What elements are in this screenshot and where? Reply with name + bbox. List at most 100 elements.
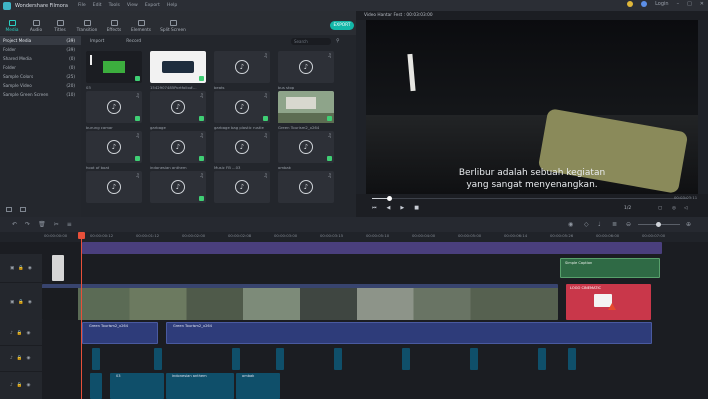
menu-export[interactable]: Export [145,3,160,8]
user-icon[interactable] [641,1,648,7]
media-item[interactable]: 1542907485Portfolio#... [150,51,206,90]
lightbulb-icon[interactable] [627,1,634,7]
step-back-icon[interactable]: ◀ [387,205,391,211]
media-item[interactable]: ♪ ♫ garbage [150,91,206,130]
voiceover-icon[interactable]: ♩ [598,221,601,228]
close-icon[interactable]: ✕ [700,1,704,7]
menu-file[interactable]: File [78,3,86,8]
audio-clip-anthem[interactable]: indonesian anthem [166,373,234,399]
login-link[interactable]: Login [655,1,669,7]
sound-effect-clip[interactable] [402,348,410,370]
logo-clip[interactable]: LOGO CINEMATIC [566,284,651,320]
tab-media[interactable]: Media [0,13,24,35]
tree-shared-media[interactable]: Shared Media (0) [0,54,81,63]
export-button[interactable]: EXPORT [330,21,354,30]
video-clip-track[interactable] [42,284,558,320]
record-dropdown[interactable]: Record [126,39,141,44]
new-folder-icon[interactable] [6,207,12,212]
zoom-in-icon[interactable]: ⊕ [686,221,691,228]
speaker-icon[interactable]: ◉ [26,356,30,361]
lock-icon[interactable]: 🔒 [18,300,24,305]
playhead[interactable] [78,232,85,399]
media-item[interactable]: ♪ ♫ ombak [278,131,334,170]
audio-clip-ombak[interactable]: ombak [236,373,280,399]
sound-effect-clip[interactable] [276,348,284,370]
mixer-icon[interactable]: ≣ [612,221,617,228]
menu-edit[interactable]: Edit [93,3,102,8]
zoom-handle[interactable] [656,222,661,227]
stop-icon[interactable]: ■ [414,205,419,211]
tab-titles[interactable]: Titles [48,13,72,35]
sound-effect-clip[interactable] [538,348,546,370]
cut-icon[interactable]: ✂ [54,221,59,228]
sound-effect-clip[interactable] [470,348,478,370]
lock-icon[interactable]: 🔒 [17,331,23,336]
menu-help[interactable]: Help [167,3,177,8]
sound-effect-clip[interactable] [568,348,576,370]
eye-icon[interactable]: ◉ [28,300,32,305]
speaker-icon[interactable]: ◉ [26,383,30,388]
mark-icon[interactable]: ◇ [584,221,589,228]
eye-icon[interactable]: ◉ [28,266,32,271]
skip-back-icon[interactable]: ⏮ [372,205,377,211]
minimize-icon[interactable]: – [677,1,680,7]
maximize-icon[interactable]: □ [687,1,692,7]
render-preview-icon[interactable]: ◉ [568,221,573,228]
title-clip[interactable]: Simple Caption [560,258,660,278]
tab-split-screen[interactable]: Split Screen [156,13,190,35]
lock-icon[interactable]: 🔒 [17,383,23,388]
caption-track-strip[interactable] [82,242,662,254]
search-input[interactable]: Search [291,38,331,45]
tab-transition[interactable]: Transition [72,13,102,35]
seek-handle[interactable] [387,196,392,201]
snapshot-icon[interactable]: ◎ [672,206,676,211]
render-icon[interactable]: ▢ [658,206,662,211]
play-icon[interactable]: ▶ [400,205,404,211]
green-tourism-clip-2[interactable]: Green Tourism2_x264 [166,322,652,344]
speaker-icon[interactable]: ◉ [26,331,30,336]
lock-icon[interactable]: 🔒 [17,356,23,361]
timeline-ruler[interactable]: 00:00:00:00 00:00:00:12 00:00:01:12 00:00:0… [0,232,708,242]
tree-sample-green-screen[interactable]: Sample Green Screen (10) [0,90,81,99]
sound-effect-clip[interactable] [334,348,342,370]
media-item[interactable]: ♪ ♫ [150,171,206,205]
media-item[interactable]: ♪ ♫ bus stop [278,51,334,90]
audio-clip-03[interactable]: 03 [110,373,164,399]
tree-shared-folder[interactable]: Folder (0) [0,63,81,72]
media-item[interactable]: ♪ ♫ beats [214,51,270,90]
tree-project-media[interactable]: Project Media (39) [0,36,81,45]
quality-dropdown[interactable]: 1/2 [624,206,631,211]
tree-sample-colors[interactable]: Sample Colors (25) [0,72,81,81]
audio-clip-small[interactable] [90,373,102,399]
import-dropdown[interactable]: Import [90,39,104,44]
green-tourism-clip-1[interactable]: Green Tourism2_x264 [82,322,158,344]
tree-sample-video[interactable]: Sample Video (20) [0,81,81,90]
tab-elements[interactable]: Elements [126,13,156,35]
media-item[interactable]: 03 [86,51,142,90]
seek-bar[interactable] [372,198,688,199]
volume-icon[interactable]: ◁ [684,206,687,211]
menu-view[interactable]: View [127,3,138,8]
redo-icon[interactable]: ↷ [25,221,30,228]
media-item[interactable]: Green Tourism2_x264 [278,91,334,130]
lock-icon[interactable]: 🔒 [18,266,24,271]
media-item[interactable]: ♪ ♫ Music FB ...03 [214,131,270,170]
filter-icon[interactable]: ⚲ [336,38,340,44]
media-item[interactable]: ♪ ♫ [86,171,142,205]
adjust-icon[interactable]: ≡ [67,221,72,228]
folder-icon[interactable] [20,207,26,212]
delete-icon[interactable]: 🗑 [38,221,46,228]
undo-icon[interactable]: ↶ [12,221,17,228]
media-item[interactable]: ♪ ♫ [214,171,270,205]
tab-effects[interactable]: Effects [102,13,126,35]
title-clip-thumb[interactable] [52,255,64,281]
media-item[interactable]: ♪ ♫ burung camar [86,91,142,130]
sound-effect-clip[interactable] [92,348,100,370]
menu-tools[interactable]: Tools [109,3,120,8]
media-item[interactable]: ♪ ♫ hoot of boat [86,131,142,170]
media-item[interactable]: ♪ ♫ [278,171,334,205]
tree-folder[interactable]: Folder (39) [0,45,81,54]
tab-audio[interactable]: Audio [24,13,48,35]
sound-effect-clip[interactable] [154,348,162,370]
media-item[interactable]: ♪ ♫ indonesian anthem [150,131,206,170]
